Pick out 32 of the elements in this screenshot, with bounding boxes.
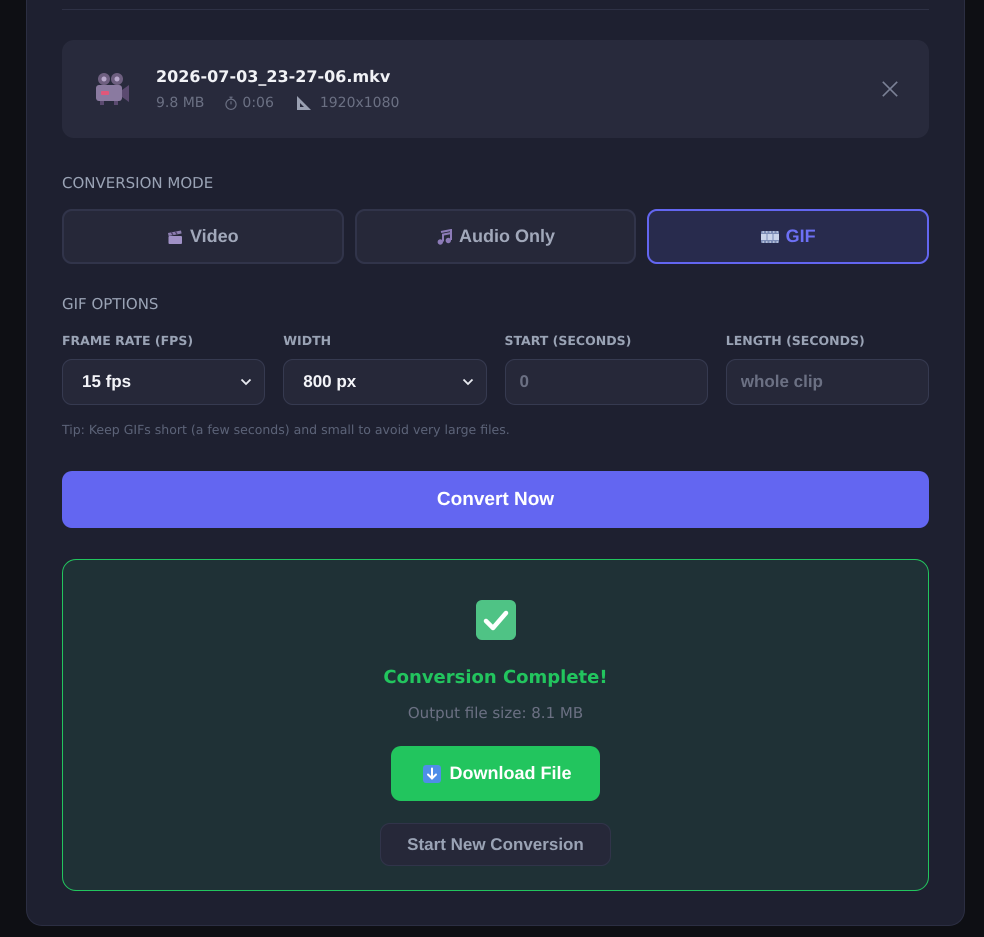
chevron-down-icon xyxy=(240,378,252,386)
file-duration: 0:06 xyxy=(242,95,274,111)
section-heading: CONVERSION MODE xyxy=(62,174,214,192)
triangle-ruler-icon xyxy=(296,95,312,111)
field-label: WIDTH xyxy=(283,333,332,349)
check-mark-icon xyxy=(476,600,516,640)
file-resolution: 1920x1080 xyxy=(320,95,400,111)
dropdown-field[interactable]: 800 px xyxy=(283,359,486,405)
number-input-field[interactable]: whole clip xyxy=(726,359,929,405)
chevron-down-icon xyxy=(462,378,474,386)
mode-tab[interactable]: GIF xyxy=(647,209,929,264)
success-title: Conversion Complete! xyxy=(383,666,608,690)
mode-tab[interactable]: Video xyxy=(62,209,344,264)
new-conversion-button[interactable]: Start New Conversion xyxy=(380,823,611,866)
mode-tab[interactable]: Audio Only xyxy=(354,209,636,264)
number-input-field[interactable]: 0 xyxy=(504,359,708,405)
music-note-icon xyxy=(436,228,452,244)
section-heading: GIF OPTIONS xyxy=(62,295,160,313)
file-size: 9.8 MB xyxy=(156,95,204,111)
convert-button[interactable]: Convert Now xyxy=(62,471,929,528)
field-label: START (SECONDS) xyxy=(504,333,632,349)
field-label: LENGTH (SECONDS) xyxy=(726,333,866,349)
tip-text: Tip: Keep GIFs short (a few seconds) and small to avoid very large files. xyxy=(62,422,511,438)
field-label: FRAME RATE (FPS) xyxy=(62,333,194,349)
clapperboard-icon xyxy=(166,228,183,244)
close-icon xyxy=(881,80,899,98)
dropdown-field[interactable]: 15 fps xyxy=(62,359,266,405)
movie-camera-icon xyxy=(94,71,130,107)
stopwatch-icon xyxy=(224,96,238,110)
film-strip-icon xyxy=(760,230,779,242)
output-size-text: Output file size: 8.1 MB xyxy=(408,704,584,722)
file-name: 2026-07-03_23-27-06.mkv xyxy=(156,67,392,86)
